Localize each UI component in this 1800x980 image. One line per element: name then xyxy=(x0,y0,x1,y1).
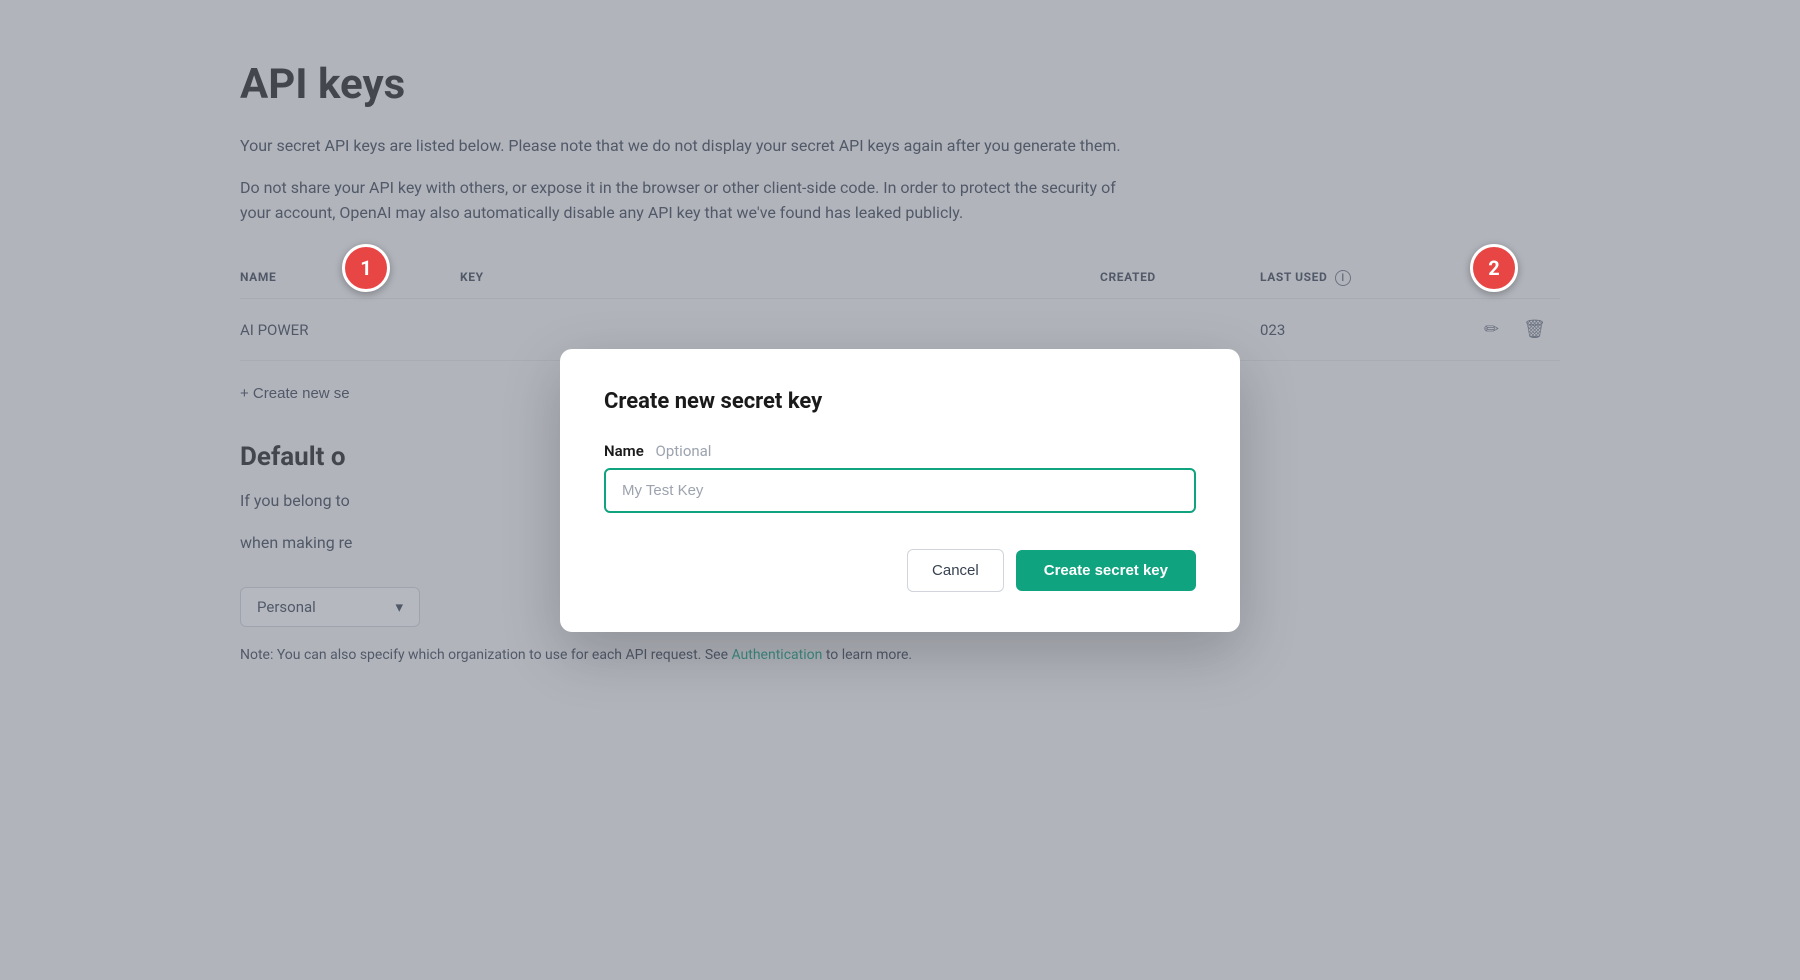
modal-title: Create new secret key xyxy=(604,389,1196,414)
annotation-bubble-2: 2 xyxy=(1470,244,1518,292)
field-optional: Optional xyxy=(656,442,712,460)
annotation-bubble-1: 1 xyxy=(342,244,390,292)
cancel-button[interactable]: Cancel xyxy=(907,549,1004,592)
modal-actions: Cancel Create secret key xyxy=(604,549,1196,592)
modal: Create new secret key Name Optional Canc… xyxy=(560,349,1240,632)
key-name-input[interactable] xyxy=(604,468,1196,513)
modal-overlay: Create new secret key Name Optional Canc… xyxy=(0,0,1800,980)
field-label: Name Optional xyxy=(604,442,1196,460)
create-secret-key-button[interactable]: Create secret key xyxy=(1016,550,1196,591)
